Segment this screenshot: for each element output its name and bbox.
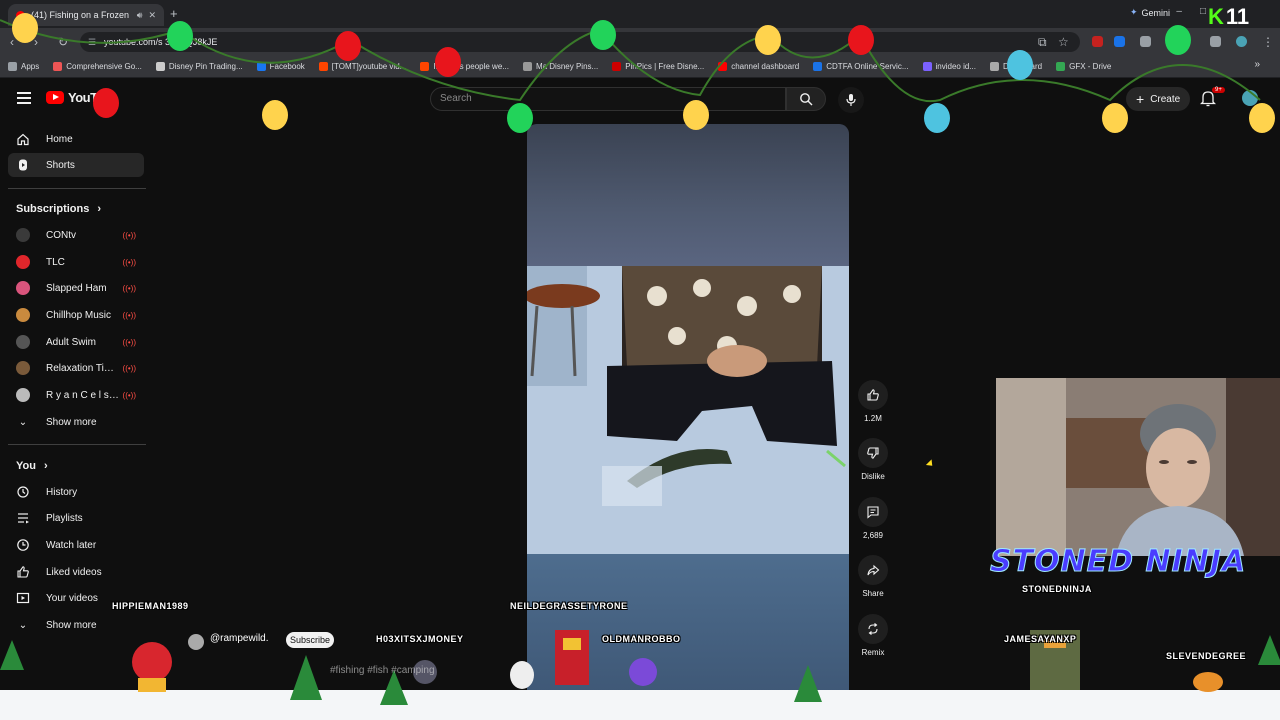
video-caption: #fishing #fish #camping: [330, 665, 435, 676]
viewer-name: NEILDEGRASSETYRONE: [510, 601, 628, 611]
sidebar-item-label: Shorts: [46, 159, 75, 171]
thumbs-down-icon: [858, 438, 888, 468]
viewer-name: STONEDNINJA: [1022, 584, 1092, 594]
comments-button[interactable]: 2,689: [852, 497, 894, 540]
live-icon: ((•)): [122, 363, 136, 373]
chevron-right-icon: ›: [43, 460, 48, 472]
like-icon: [16, 565, 30, 579]
light-bulb-icon: [335, 31, 361, 61]
tree-icon: [0, 640, 24, 670]
like-count: 1.2M: [864, 414, 882, 423]
light-bulb-icon: [924, 103, 950, 133]
light-bulb-icon: [1249, 103, 1275, 133]
sidebar-item-watch-later[interactable]: Watch later: [8, 533, 144, 557]
thumbs-up-icon: [858, 380, 888, 410]
channel-avatar: [16, 308, 30, 322]
white-cat-icon: [510, 661, 534, 689]
sidebar-item-shorts[interactable]: Shorts: [8, 153, 144, 177]
streamer-webcam-image: [996, 378, 1280, 556]
burger-character-icon: [1193, 672, 1223, 692]
viewer-name: SLEVENDEGREE: [1166, 651, 1247, 661]
sidebar-item-subscription[interactable]: R y a n C e l s i u ... ((•)): [8, 383, 144, 407]
purple-creature-icon: [629, 658, 657, 686]
tree-icon: [794, 665, 822, 702]
like-button[interactable]: 1.2M: [852, 380, 894, 423]
channel-avatar: [16, 388, 30, 402]
mouse-cursor-icon: [925, 459, 936, 469]
blurred-video-top: [527, 124, 849, 266]
raccoon-character-icon: [188, 634, 204, 650]
sidebar-item-subscription[interactable]: Relaxation Time ... ((•)): [8, 356, 144, 380]
sidebar-item-playlists[interactable]: Playlists: [8, 506, 144, 530]
share-icon: [858, 555, 888, 585]
light-bulb-icon: [590, 20, 616, 50]
sidebar-item-subscription[interactable]: Chillhop Music ((•)): [8, 303, 144, 327]
knuckles-character-icon: [132, 642, 172, 682]
light-bulb-icon: [12, 13, 38, 43]
watch-later-icon: [16, 538, 30, 552]
sidebar-item-subscription[interactable]: Adult Swim ((•)): [8, 330, 144, 354]
chevron-down-icon: ⌄: [18, 416, 28, 428]
divider: [8, 444, 146, 445]
screen: (41) Fishing on a Frozen lak 🔊︎ ✕ + ✦ Ge…: [0, 0, 1280, 720]
channel-avatar: [16, 228, 30, 242]
light-bulb-icon: [755, 25, 781, 55]
channel-avatar: [16, 335, 30, 349]
history-icon: [16, 485, 30, 499]
show-more-subscriptions-button[interactable]: ⌄ Show more: [8, 410, 144, 434]
light-bulb-icon: [1102, 103, 1128, 133]
webcam-feed: [996, 378, 1280, 556]
share-label: Share: [862, 589, 884, 598]
comment-count: 2,689: [862, 531, 884, 540]
share-button[interactable]: Share: [852, 555, 894, 598]
shorts-icon: [16, 158, 30, 172]
live-icon: ((•)): [122, 230, 136, 240]
viewer-name: JAMESAYANXP: [1004, 634, 1077, 644]
live-icon: ((•)): [122, 283, 136, 293]
channel-avatar: [16, 281, 30, 295]
light-bulb-icon: [1007, 50, 1033, 80]
live-icon: ((•)): [122, 257, 136, 267]
channel-handle[interactable]: @rampewild.: [210, 633, 269, 644]
your-videos-icon: [16, 591, 30, 605]
stream-brand-title: STONED NINJA: [989, 544, 1247, 580]
light-bulb-icon: [507, 103, 533, 133]
comment-icon: [858, 497, 888, 527]
you-heading[interactable]: You ›: [16, 460, 48, 472]
light-bulb-icon: [262, 100, 288, 130]
live-icon: ((•)): [122, 337, 136, 347]
viewer-name: H03XITSXJMONEY: [376, 634, 464, 644]
viewer-name: OLDMANROBBO: [602, 634, 681, 644]
ice-fishing-scene: [527, 266, 849, 554]
dislike-button[interactable]: Dislike: [852, 438, 894, 481]
tree-icon: [290, 655, 322, 700]
light-bulb-icon: [848, 25, 874, 55]
tree-icon: [1258, 635, 1280, 665]
sidebar-item-subscription[interactable]: TLC ((•)): [8, 250, 144, 274]
divider: [8, 188, 146, 189]
light-bulb-icon: [435, 47, 461, 77]
light-bulb-icon: [683, 100, 709, 130]
sidebar-item-subscription[interactable]: CONtv ((•)): [8, 223, 144, 247]
channel-avatar: [16, 361, 30, 375]
video-frame: [527, 266, 849, 554]
live-icon: ((•)): [122, 390, 136, 400]
sidebar-item-history[interactable]: History: [8, 480, 144, 504]
subscribe-button[interactable]: Subscribe: [286, 632, 335, 648]
subscriptions-heading[interactable]: Subscriptions ›: [16, 203, 101, 215]
live-icon: ((•)): [122, 310, 136, 320]
channel-avatar: [16, 255, 30, 269]
dislike-label: Dislike: [861, 472, 885, 481]
sidebar-item-liked-videos[interactable]: Liked videos: [8, 560, 144, 584]
christmas-lights-overlay: [0, 13, 1275, 133]
sidebar-item-subscription[interactable]: Slapped Ham ((•)): [8, 276, 144, 300]
light-bulb-icon: [167, 21, 193, 51]
playlists-icon: [16, 511, 30, 525]
light-bulb-icon: [1165, 25, 1191, 55]
viewer-name: HIPPIEMAN1989: [112, 601, 189, 611]
chevron-right-icon: ›: [97, 203, 102, 215]
light-bulb-icon: [93, 88, 119, 118]
